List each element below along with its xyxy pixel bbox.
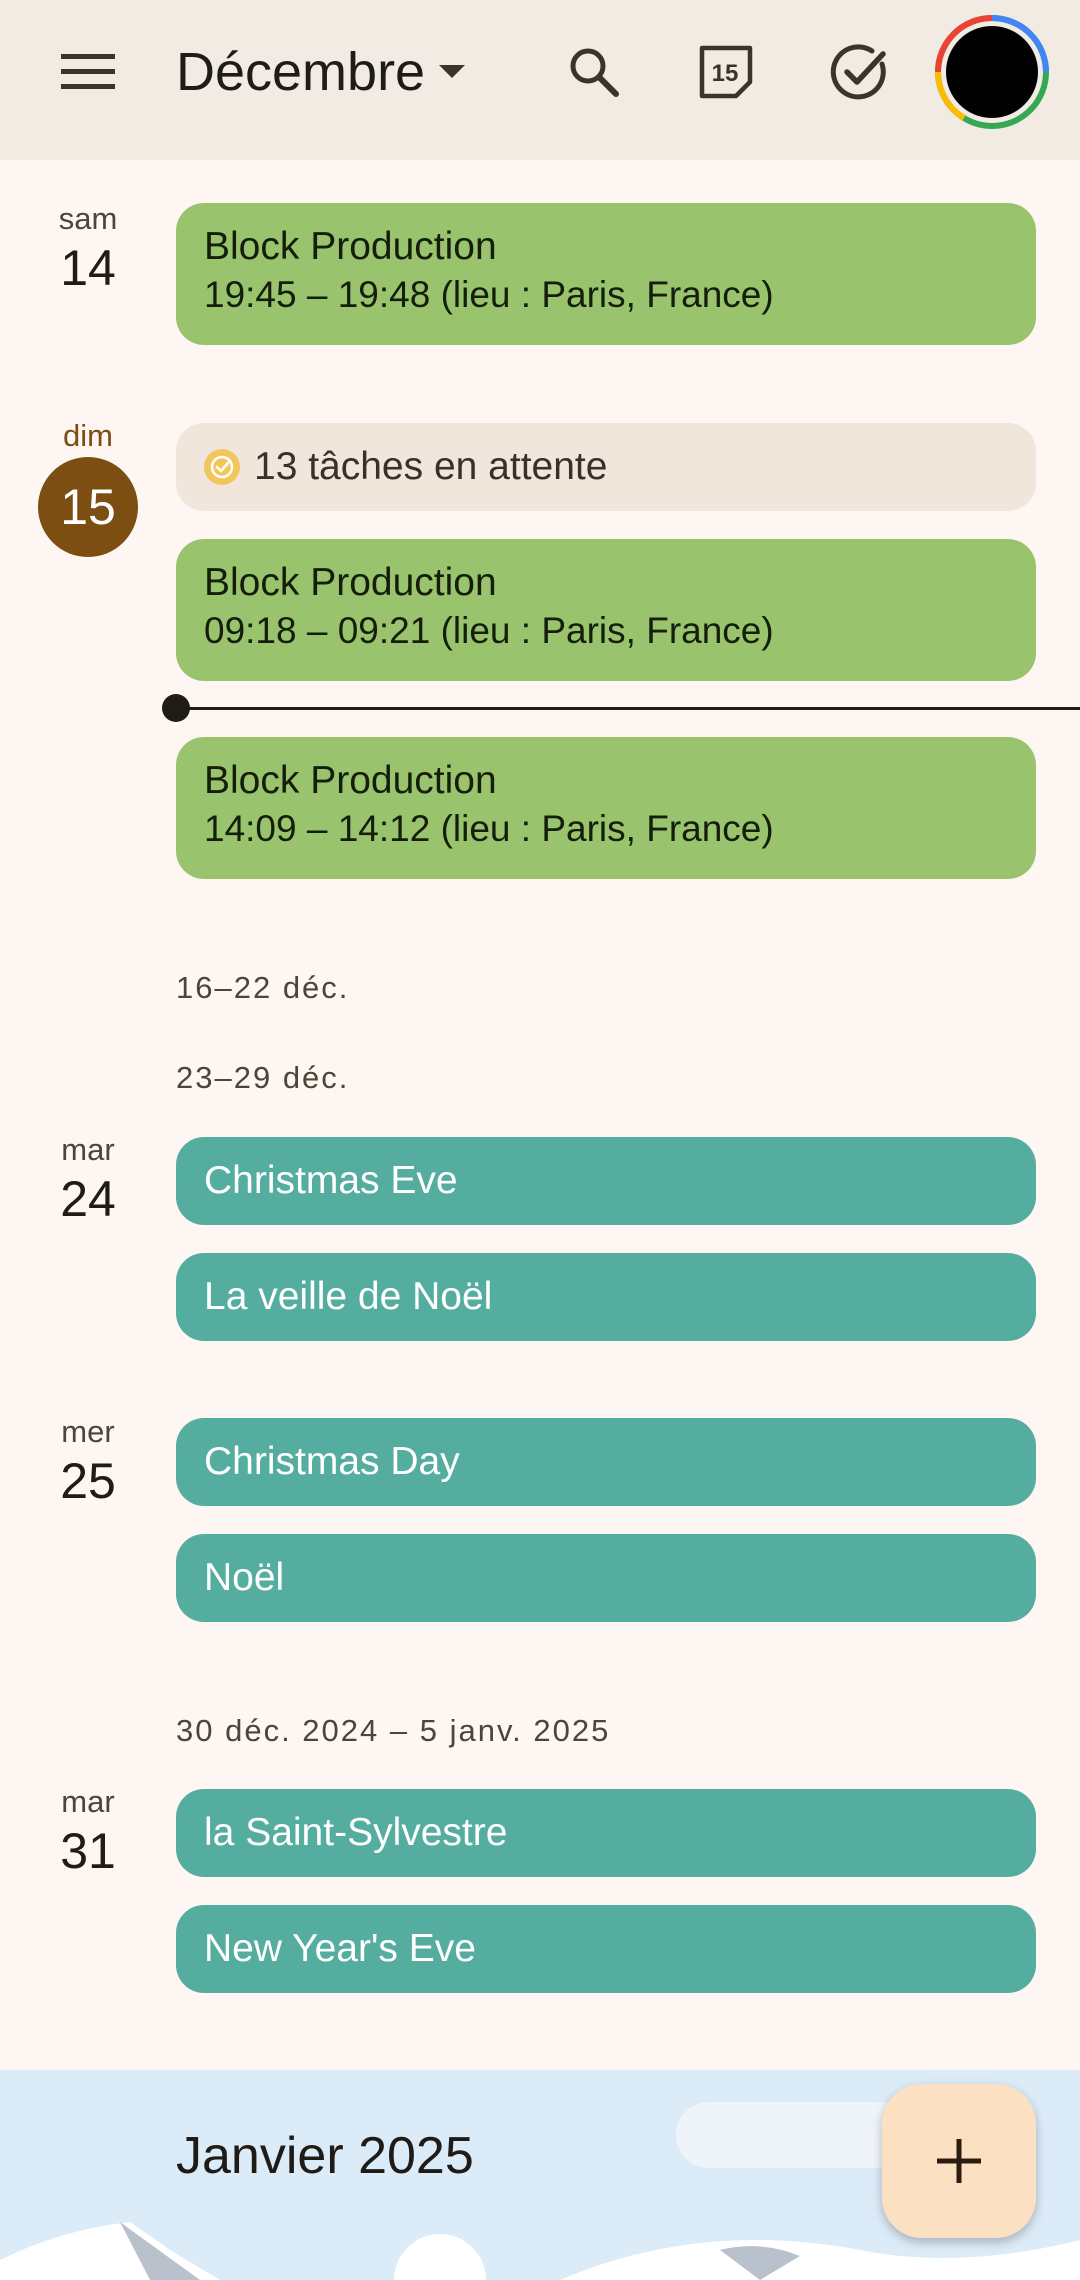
tasks-button[interactable] bbox=[820, 32, 900, 112]
holiday-event[interactable]: New Year's Eve bbox=[176, 1905, 1036, 1993]
event-title: Block Production bbox=[204, 225, 497, 268]
week-range-label: 30 déc. 2024 – 5 janv. 2025 bbox=[176, 1713, 611, 1748]
add-icon bbox=[937, 2139, 981, 2183]
event-title: Christmas Eve bbox=[204, 1159, 458, 1202]
day-number: 14 bbox=[60, 240, 116, 296]
day-header-15-today[interactable]: dim 15 bbox=[30, 417, 146, 557]
day-header-14[interactable]: sam 14 bbox=[30, 200, 146, 298]
avatar bbox=[935, 15, 1049, 129]
tasks-check-icon bbox=[830, 44, 886, 100]
day-header-24[interactable]: mar 24 bbox=[30, 1131, 146, 1229]
current-time-line bbox=[176, 707, 1080, 710]
day-of-week: mer bbox=[61, 1414, 115, 1449]
arrow-drop-down-icon bbox=[439, 65, 466, 78]
day-number: 25 bbox=[60, 1453, 116, 1509]
calendar-app: Décembre 15 sam 14 Block Production 19:4… bbox=[0, 0, 1080, 2280]
day-of-week: sam bbox=[58, 201, 118, 236]
day-header-25[interactable]: mer 25 bbox=[30, 1413, 146, 1511]
week-range-label: 23–29 déc. bbox=[176, 1060, 350, 1095]
event-card[interactable]: Block Production 19:45 – 19:48 (lieu : P… bbox=[176, 203, 1036, 345]
holiday-event[interactable]: Christmas Day bbox=[176, 1418, 1036, 1506]
day-of-week: dim bbox=[63, 418, 113, 453]
day-number: 24 bbox=[60, 1171, 116, 1227]
today-day-number: 15 bbox=[38, 457, 138, 557]
holiday-event[interactable]: La veille de Noël bbox=[176, 1253, 1036, 1341]
task-check-icon bbox=[204, 449, 240, 485]
search-icon bbox=[570, 48, 619, 97]
event-card[interactable]: Block Production 14:09 – 14:12 (lieu : P… bbox=[176, 737, 1036, 879]
account-avatar-button[interactable] bbox=[934, 14, 1050, 130]
event-title: Noël bbox=[204, 1556, 285, 1599]
menu-icon bbox=[61, 54, 115, 89]
today-button[interactable]: 15 bbox=[686, 32, 766, 112]
menu-button[interactable] bbox=[48, 32, 128, 112]
event-title: La veille de Noël bbox=[204, 1275, 493, 1318]
event-time: 14:09 – 14:12 (lieu : Paris, France) bbox=[204, 808, 774, 849]
event-time: 19:45 – 19:48 (lieu : Paris, France) bbox=[204, 274, 774, 315]
current-time-dot bbox=[162, 694, 190, 722]
holiday-event[interactable]: Noël bbox=[176, 1534, 1036, 1622]
holiday-event[interactable]: la Saint-Sylvestre bbox=[176, 1789, 1036, 1877]
event-title: Block Production bbox=[204, 561, 497, 604]
month-title: Décembre bbox=[176, 42, 426, 102]
holiday-event[interactable]: Christmas Eve bbox=[176, 1137, 1036, 1225]
event-title: New Year's Eve bbox=[204, 1927, 476, 1970]
event-title: Block Production bbox=[204, 759, 497, 802]
search-button[interactable] bbox=[554, 32, 634, 112]
event-title: Christmas Day bbox=[204, 1440, 460, 1483]
event-card[interactable]: Block Production 09:18 – 09:21 (lieu : P… bbox=[176, 539, 1036, 681]
pending-tasks-label: 13 tâches en attente bbox=[254, 445, 608, 488]
top-app-bar: Décembre 15 bbox=[0, 0, 1080, 160]
calendar-today-icon: 15 bbox=[699, 45, 753, 99]
create-event-fab[interactable] bbox=[882, 2084, 1036, 2238]
day-header-31[interactable]: mar 31 bbox=[30, 1783, 146, 1881]
event-time: 09:18 – 09:21 (lieu : Paris, France) bbox=[204, 610, 774, 651]
month-banner-title: Janvier 2025 bbox=[176, 2127, 474, 2185]
pending-tasks-chip[interactable]: 13 tâches en attente bbox=[176, 423, 1036, 511]
day-of-week: mar bbox=[61, 1784, 115, 1819]
month-selector[interactable]: Décembre bbox=[176, 30, 466, 114]
week-range-label: 16–22 déc. bbox=[176, 970, 350, 1005]
day-of-week: mar bbox=[61, 1132, 115, 1167]
day-number: 31 bbox=[60, 1823, 116, 1879]
event-title: la Saint-Sylvestre bbox=[204, 1811, 508, 1854]
today-icon-day: 15 bbox=[712, 60, 739, 87]
